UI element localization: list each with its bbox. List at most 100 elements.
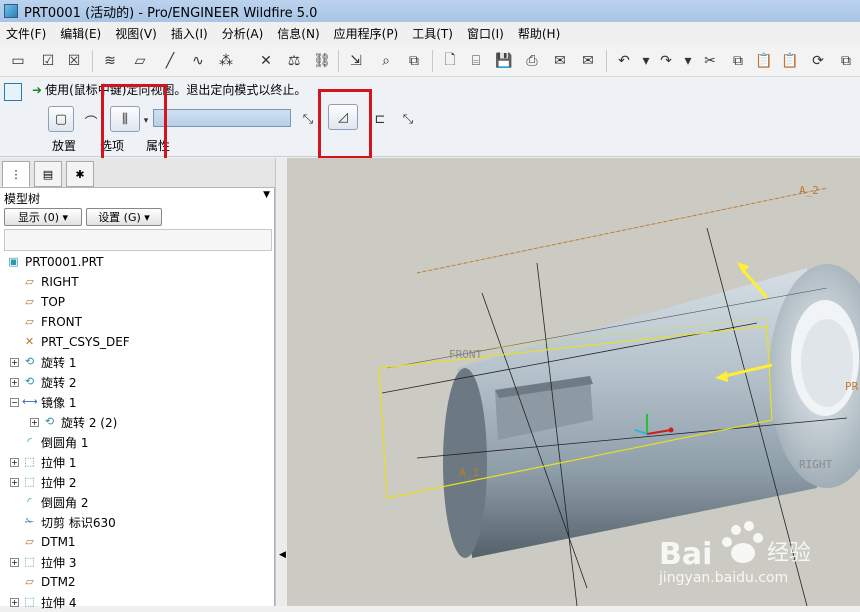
sketch-tool-icon[interactable]: ≋: [100, 51, 120, 71]
datum-axis-tool-icon[interactable]: ╱: [160, 51, 180, 71]
extrude-icon: ⬚: [24, 475, 35, 488]
orient-mode-icon[interactable]: [4, 83, 22, 101]
expand-node-icon[interactable]: +: [10, 557, 19, 567]
expand-node-icon[interactable]: +: [10, 357, 19, 367]
menu-file[interactable]: 文件(F): [6, 25, 46, 42]
tab-placement[interactable]: 放置: [52, 137, 76, 154]
show-button[interactable]: 显示 (0) ▾: [4, 208, 82, 226]
proe-app-icon: [4, 4, 18, 18]
expand-node-icon[interactable]: +: [10, 377, 19, 387]
tree-item-label: TOP: [41, 295, 66, 309]
regenerate-icon[interactable]: ⟳: [808, 51, 828, 71]
flip-direction-button[interactable]: ⤡: [296, 106, 320, 132]
tree-item[interactable]: ▱ TOP: [0, 292, 65, 312]
open-file-icon[interactable]: ⌸: [466, 51, 486, 71]
cut-icon: ✁: [24, 515, 35, 528]
find-icon[interactable]: ⌕: [376, 51, 396, 71]
menu-insert[interactable]: 插入(I): [171, 25, 208, 42]
close-window-icon[interactable]: ☒: [64, 51, 84, 71]
tree-item[interactable]: + ⬚ 拉伸 2: [0, 472, 76, 492]
datum-curve-tool-icon[interactable]: ∿: [188, 51, 208, 71]
paste-icon[interactable]: 📋: [754, 51, 774, 71]
redo-dropdown-icon[interactable]: ▾: [678, 51, 698, 71]
tree-item[interactable]: ◜ 倒圆角 1: [0, 432, 88, 452]
tree-filter-bar[interactable]: [4, 229, 272, 251]
revolve-icon: ⟲: [44, 415, 55, 428]
tree-item[interactable]: + ⟲ 旋转 2 (2): [0, 412, 117, 432]
new-file-icon[interactable]: 🗋: [440, 51, 460, 71]
window-title: PRT0001 (活动的) - Pro/ENGINEER Wildfire 5.…: [24, 5, 318, 21]
tree-item[interactable]: − ⟷ 镜像 1: [0, 392, 76, 412]
email-icon[interactable]: ✉: [550, 51, 570, 71]
favorites-tab-icon[interactable]: ✱: [66, 161, 94, 187]
model-tree-tab-icon[interactable]: ⋮: [2, 161, 30, 187]
panel-menu-icon[interactable]: ▼: [263, 190, 270, 200]
datum-plane-tool-icon[interactable]: ▱: [130, 51, 150, 71]
menu-edit[interactable]: 编辑(E): [60, 25, 101, 42]
surface-type-button[interactable]: ⌒: [80, 108, 102, 134]
tree-item[interactable]: ▱ RIGHT: [0, 272, 78, 292]
tree-item[interactable]: + ⟲ 旋转 2: [0, 372, 76, 392]
menu-analysis[interactable]: 分析(A): [222, 25, 264, 42]
datum-point-tool-icon[interactable]: ⁂: [216, 51, 236, 71]
more-icon[interactable]: ⧉: [836, 51, 856, 71]
check-icon[interactable]: ☑: [38, 51, 58, 71]
expand-node-icon[interactable]: +: [30, 417, 39, 427]
menu-help[interactable]: 帮助(H): [518, 25, 560, 42]
tree-item-label: PRT_CSYS_DEF: [41, 335, 130, 349]
menu-window[interactable]: 窗口(I): [467, 25, 504, 42]
tree-item[interactable]: ✕ PRT_CSYS_DEF: [0, 332, 130, 352]
tree-item[interactable]: + ⬚ 拉伸 3: [0, 552, 76, 572]
tree-item[interactable]: ▣ PRT0001.PRT: [0, 252, 103, 272]
solid-type-button[interactable]: ▢: [48, 106, 74, 132]
main-toolbar: ▭ ☑ ☒ ≋ ▱ ╱ ∿ ⁂ ✕ ⚖ ⛓ ⇲ ⌕ ⧉ 🗋 ⌸ 💾 ⎙ ✉ ✉ …: [0, 44, 860, 77]
tree-item[interactable]: ▱ DTM1: [0, 532, 75, 552]
folder-browser-tab-icon[interactable]: ▤: [34, 161, 62, 187]
expand-node-icon[interactable]: +: [10, 457, 19, 467]
repaint-icon[interactable]: ⧉: [404, 51, 424, 71]
expand-node-icon[interactable]: +: [10, 477, 19, 487]
window-layout-icon[interactable]: ▭: [8, 51, 28, 71]
menu-tools[interactable]: 工具(T): [412, 25, 453, 42]
analysis-feature-icon[interactable]: ⚖: [284, 51, 304, 71]
link-tool-icon[interactable]: ⛓: [312, 51, 332, 71]
flip-material-button[interactable]: ⤡: [396, 106, 420, 132]
collapse-node-icon[interactable]: −: [10, 397, 19, 407]
collapse-panel-icon[interactable]: ◀: [279, 550, 286, 560]
undo-icon[interactable]: ↶: [614, 51, 634, 71]
menu-view[interactable]: 视图(V): [115, 25, 157, 42]
redo-icon[interactable]: ↷: [656, 51, 676, 71]
extrude-icon: ⬚: [24, 455, 35, 468]
print-icon[interactable]: ⎙: [522, 51, 542, 71]
graphics-window[interactable]: A_2 FRONT A_1 RIGHT PR Bai 经验 jingyan.ba…: [287, 158, 860, 606]
undo-dropdown-icon[interactable]: ▾: [636, 51, 656, 71]
menu-info[interactable]: 信息(N): [277, 25, 319, 42]
panel-splitter[interactable]: ◀: [275, 158, 287, 606]
save-icon[interactable]: 💾: [494, 51, 514, 71]
paste-special-icon[interactable]: 📋: [780, 51, 800, 71]
tree-item-label: 镜像 1: [41, 395, 77, 410]
tree-item[interactable]: ✁ 切剪 标识630: [0, 512, 116, 532]
email-link-icon[interactable]: ✉: [578, 51, 598, 71]
datum-plane-icon: ▱: [25, 275, 34, 288]
select-filter-icon[interactable]: ⇲: [346, 51, 366, 71]
settings-button[interactable]: 设置 (G) ▾: [86, 208, 162, 226]
cut-icon[interactable]: ✂: [700, 51, 720, 71]
depth-value-input[interactable]: [153, 109, 291, 127]
tree-item[interactable]: ▱ FRONT: [0, 312, 82, 332]
expand-node-icon[interactable]: +: [10, 597, 19, 607]
menu-applications[interactable]: 应用程序(P): [334, 25, 399, 42]
model-view[interactable]: A_2 FRONT A_1 RIGHT PR Bai 经验 jingyan.ba…: [287, 158, 860, 606]
tree-item[interactable]: ▱ DTM2: [0, 572, 75, 592]
tree-item-label: 拉伸 4: [41, 595, 77, 610]
message-line: ➜ 使用(鼠标中键)定向视图。退出定向模式以终止。: [32, 81, 306, 98]
message-arrow-icon: ➜: [32, 83, 43, 97]
tree-item[interactable]: + ⬚ 拉伸 1: [0, 452, 76, 472]
csys-tool-icon[interactable]: ✕: [256, 51, 276, 71]
tree-item-label: 旋转 1: [41, 355, 77, 370]
tree-item[interactable]: + ⬚ 拉伸 4: [0, 592, 76, 612]
tree-item[interactable]: ◜ 倒圆角 2: [0, 492, 88, 512]
tree-item[interactable]: + ⟲ 旋转 1: [0, 352, 76, 372]
highlight-box-remove-material: [318, 89, 372, 159]
copy-icon[interactable]: ⧉: [728, 51, 748, 71]
